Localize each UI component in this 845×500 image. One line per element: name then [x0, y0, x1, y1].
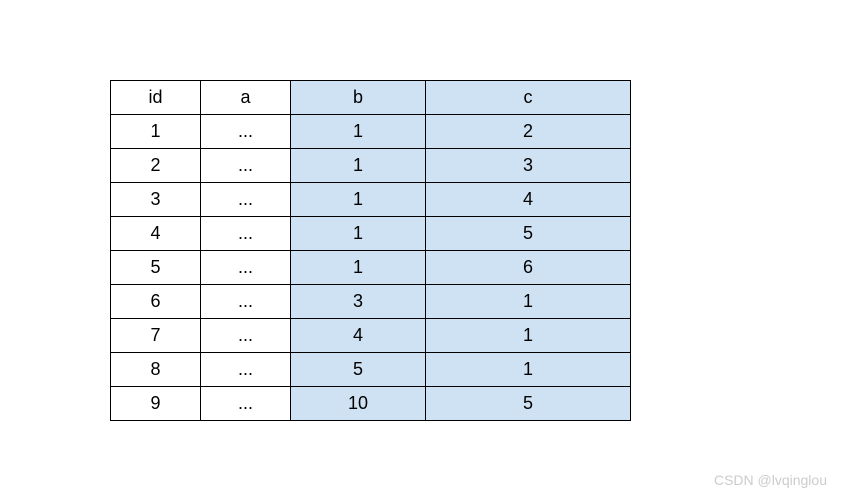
cell-id: 4 [111, 217, 201, 251]
cell-b: 1 [291, 149, 426, 183]
cell-c: 5 [426, 387, 631, 421]
cell-c: 2 [426, 115, 631, 149]
header-a: a [201, 81, 291, 115]
table-row: 2 ... 1 3 [111, 149, 631, 183]
table-row: 7 ... 4 1 [111, 319, 631, 353]
cell-c: 1 [426, 353, 631, 387]
table-row: 9 ... 10 5 [111, 387, 631, 421]
cell-id: 5 [111, 251, 201, 285]
cell-c: 6 [426, 251, 631, 285]
table-row: 5 ... 1 6 [111, 251, 631, 285]
header-b: b [291, 81, 426, 115]
cell-a: ... [201, 183, 291, 217]
cell-c: 5 [426, 217, 631, 251]
cell-b: 1 [291, 115, 426, 149]
cell-c: 1 [426, 319, 631, 353]
cell-id: 6 [111, 285, 201, 319]
cell-a: ... [201, 285, 291, 319]
cell-id: 1 [111, 115, 201, 149]
cell-id: 7 [111, 319, 201, 353]
cell-b: 3 [291, 285, 426, 319]
data-table: id a b c 1 ... 1 2 2 ... 1 3 3 ... 1 4 4… [110, 80, 631, 421]
cell-id: 2 [111, 149, 201, 183]
table-row: 8 ... 5 1 [111, 353, 631, 387]
cell-c: 1 [426, 285, 631, 319]
table-row: 4 ... 1 5 [111, 217, 631, 251]
table-row: 3 ... 1 4 [111, 183, 631, 217]
cell-b: 4 [291, 319, 426, 353]
header-c: c [426, 81, 631, 115]
cell-b: 5 [291, 353, 426, 387]
cell-id: 9 [111, 387, 201, 421]
cell-a: ... [201, 149, 291, 183]
cell-a: ... [201, 217, 291, 251]
cell-b: 1 [291, 251, 426, 285]
header-id: id [111, 81, 201, 115]
cell-c: 3 [426, 149, 631, 183]
table-row: 6 ... 3 1 [111, 285, 631, 319]
cell-b: 10 [291, 387, 426, 421]
cell-c: 4 [426, 183, 631, 217]
cell-b: 1 [291, 217, 426, 251]
cell-a: ... [201, 251, 291, 285]
cell-id: 3 [111, 183, 201, 217]
table-header-row: id a b c [111, 81, 631, 115]
cell-a: ... [201, 319, 291, 353]
cell-a: ... [201, 115, 291, 149]
table-body: 1 ... 1 2 2 ... 1 3 3 ... 1 4 4 ... 1 5 … [111, 115, 631, 421]
cell-b: 1 [291, 183, 426, 217]
cell-a: ... [201, 387, 291, 421]
cell-id: 8 [111, 353, 201, 387]
cell-a: ... [201, 353, 291, 387]
watermark: CSDN @lvqinglou [714, 472, 827, 488]
table-row: 1 ... 1 2 [111, 115, 631, 149]
